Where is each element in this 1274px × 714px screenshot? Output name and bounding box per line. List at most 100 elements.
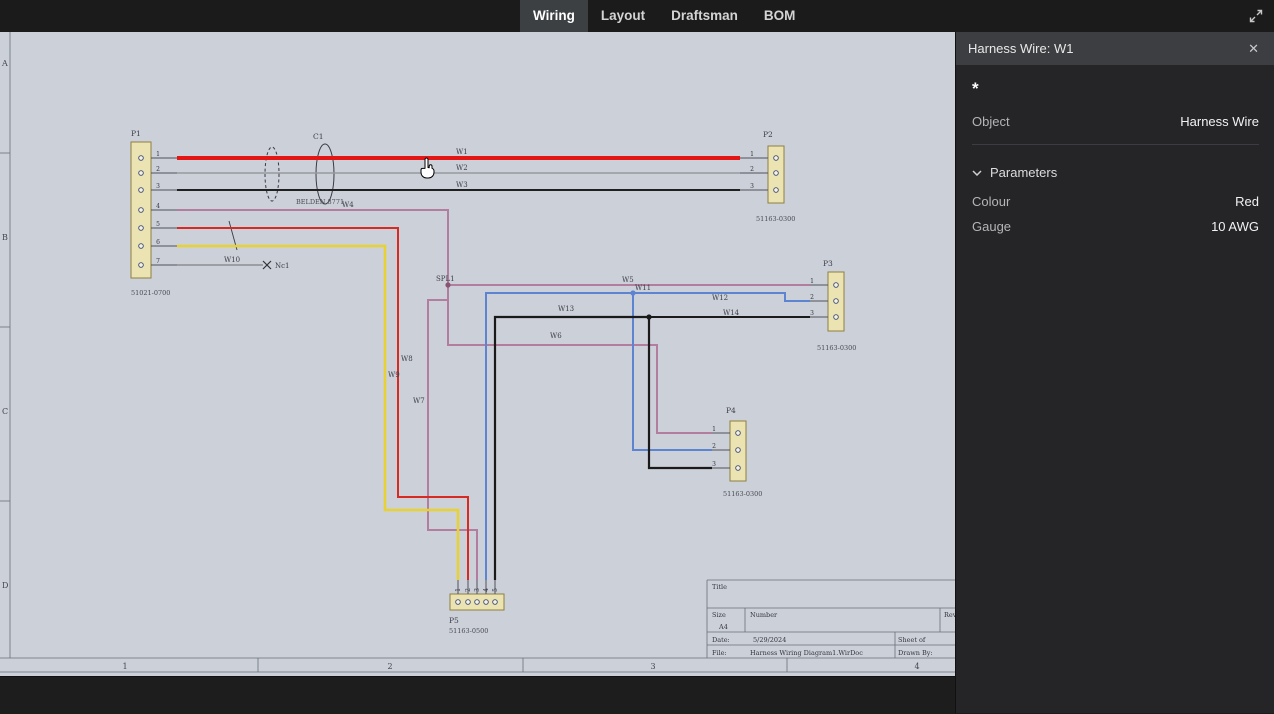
svg-text:2: 2: [810, 294, 814, 301]
wiring-diagram: ABCD1234TitleSizeA4NumberRevisionDate:5/…: [0, 32, 955, 673]
object-row: Object Harness Wire: [972, 109, 1259, 134]
svg-text:Revision: Revision: [944, 611, 955, 619]
svg-text:W2: W2: [456, 164, 468, 172]
svg-text:1: 1: [122, 662, 127, 671]
wire-W9[interactable]: [177, 244, 460, 580]
svg-text:File:: File:: [712, 649, 727, 657]
svg-text:2: 2: [156, 166, 160, 173]
svg-text:5: 5: [156, 221, 160, 228]
parameters-section-toggle[interactable]: Parameters: [972, 157, 1259, 189]
svg-text:51163-0300: 51163-0300: [723, 490, 762, 498]
svg-text:Number: Number: [750, 611, 778, 619]
svg-text:Date:: Date:: [712, 636, 730, 644]
svg-text:1: 1: [810, 278, 814, 285]
svg-text:1: 1: [750, 151, 754, 158]
svg-text:W10: W10: [224, 256, 240, 264]
svg-text:B: B: [2, 233, 8, 242]
svg-text:W7: W7: [413, 397, 425, 405]
tab-layout[interactable]: Layout: [588, 0, 658, 32]
svg-text:Harness Wiring Diagram1.WirDoc: Harness Wiring Diagram1.WirDoc: [750, 649, 863, 657]
modified-indicator: *: [972, 79, 979, 98]
top-bar: Wiring Layout Draftsman BOM: [0, 0, 1274, 32]
svg-text:3: 3: [750, 183, 754, 190]
svg-text:W8: W8: [401, 355, 413, 363]
param-row-colour[interactable]: Colour Red: [972, 189, 1259, 214]
chevron-down-icon: [972, 169, 982, 176]
svg-text:P1: P1: [131, 129, 141, 138]
svg-text:2: 2: [387, 662, 392, 671]
svg-text:SPL1: SPL1: [436, 275, 455, 283]
svg-text:A: A: [1, 59, 8, 68]
wire-W7[interactable]: [427, 285, 478, 580]
svg-text:P2: P2: [763, 130, 773, 139]
wire-W4[interactable]: [177, 209, 449, 285]
panel-header: Harness Wire: W1 ✕: [956, 32, 1274, 65]
wiring-canvas[interactable]: ABCD1234TitleSizeA4NumberRevisionDate:5/…: [0, 32, 955, 676]
svg-text:Sheet of: Sheet of: [898, 636, 926, 644]
param-row-gauge[interactable]: Gauge 10 AWG: [972, 214, 1259, 239]
svg-text:C1: C1: [313, 132, 324, 141]
tab-draftsman[interactable]: Draftsman: [658, 0, 751, 32]
svg-text:7: 7: [156, 258, 160, 265]
close-icon[interactable]: ✕: [1244, 39, 1263, 59]
canvas-bottom-margin: [0, 676, 955, 714]
colour-label: Colour: [972, 194, 1011, 209]
svg-text:51163-0500: 51163-0500: [449, 627, 488, 635]
svg-text:1: 1: [455, 588, 462, 592]
svg-text:1: 1: [156, 151, 160, 158]
svg-text:51163-0300: 51163-0300: [756, 215, 795, 223]
object-label: Object: [972, 114, 1010, 129]
properties-panel: Harness Wire: W1 ✕ * Object Harness Wire…: [955, 32, 1274, 713]
svg-text:3: 3: [650, 662, 655, 671]
expand-fullscreen-icon[interactable]: [1248, 8, 1264, 24]
svg-text:W9: W9: [388, 371, 400, 379]
document-view-tabs: Wiring Layout Draftsman BOM: [520, 0, 808, 32]
svg-text:4: 4: [483, 588, 490, 592]
svg-text:51163-0300: 51163-0300: [817, 344, 856, 352]
svg-text:W12: W12: [712, 294, 728, 302]
gauge-label: Gauge: [972, 219, 1012, 234]
svg-text:3: 3: [810, 310, 814, 317]
svg-text:W1: W1: [456, 148, 468, 156]
svg-text:2: 2: [750, 166, 754, 173]
svg-text:4: 4: [914, 662, 919, 671]
wire-W13[interactable]: [493, 315, 712, 580]
divider: [972, 144, 1259, 145]
svg-text:W6: W6: [550, 332, 562, 340]
svg-text:3: 3: [712, 461, 716, 468]
svg-text:W4: W4: [342, 201, 354, 209]
svg-text:2: 2: [465, 588, 472, 592]
svg-text:A4: A4: [718, 623, 728, 631]
colour-value: Red: [1235, 194, 1259, 209]
svg-text:6: 6: [156, 239, 160, 246]
wire-W6[interactable]: [447, 285, 712, 434]
svg-text:C: C: [2, 407, 8, 416]
svg-text:5/29/2024: 5/29/2024: [753, 636, 786, 644]
svg-text:P5: P5: [449, 616, 459, 625]
svg-text:P4: P4: [726, 406, 736, 415]
tab-bom[interactable]: BOM: [751, 0, 809, 32]
svg-text:4: 4: [156, 203, 160, 210]
svg-text:Nc1: Nc1: [275, 262, 290, 270]
svg-text:P3: P3: [823, 259, 833, 268]
svg-text:5: 5: [492, 588, 499, 592]
parameters-label: Parameters: [990, 165, 1058, 180]
svg-text:Size: Size: [712, 611, 726, 619]
svg-text:51021-0700: 51021-0700: [131, 289, 170, 297]
tab-wiring[interactable]: Wiring: [520, 0, 588, 32]
hand-cursor: [420, 157, 435, 179]
svg-text:W11: W11: [635, 284, 651, 292]
svg-text:D: D: [2, 581, 8, 590]
svg-text:W13: W13: [558, 305, 574, 313]
svg-text:3: 3: [474, 588, 481, 592]
svg-text:2: 2: [712, 443, 716, 450]
svg-text:Title: Title: [712, 583, 727, 591]
svg-text:BELDEN 8771: BELDEN 8771: [296, 198, 344, 206]
svg-text:3: 3: [156, 183, 160, 190]
object-value: Harness Wire: [1180, 114, 1259, 129]
svg-text:W5: W5: [622, 276, 634, 284]
panel-body: * Object Harness Wire Parameters Colour …: [956, 65, 1274, 253]
panel-title: Harness Wire: W1: [968, 41, 1074, 56]
svg-text:W14: W14: [723, 309, 740, 317]
svg-text:1: 1: [712, 426, 716, 433]
